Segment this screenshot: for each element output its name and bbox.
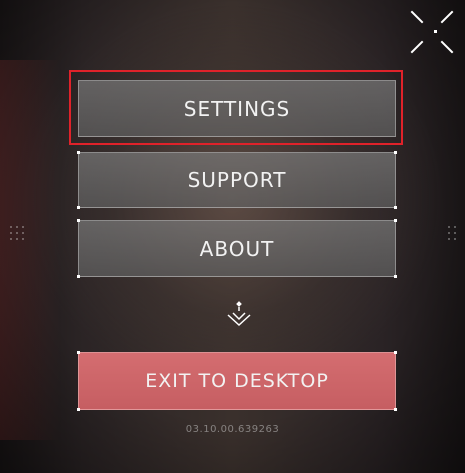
support-button-label: SUPPORT	[187, 168, 287, 192]
expand-more-chevron-icon[interactable]	[226, 299, 252, 329]
fullscreen-toggle-icon[interactable]	[410, 10, 454, 54]
exit-to-desktop-button[interactable]: EXIT TO DESKTOP	[77, 351, 397, 411]
about-button[interactable]: ABOUT	[77, 219, 397, 278]
about-button-label: ABOUT	[199, 236, 275, 261]
exit-to-desktop-button-label: EXIT TO DESKTOP	[145, 370, 329, 392]
version-number: 03.10.00.639263	[185, 424, 280, 435]
settings-button[interactable]: SETTINGS	[78, 80, 396, 137]
decorative-dots-left	[10, 226, 28, 244]
background-glow	[0, 60, 60, 440]
support-button[interactable]: SUPPORT	[77, 151, 397, 209]
decorative-dots-right	[448, 226, 465, 244]
settings-button-label: SETTINGS	[183, 96, 291, 121]
